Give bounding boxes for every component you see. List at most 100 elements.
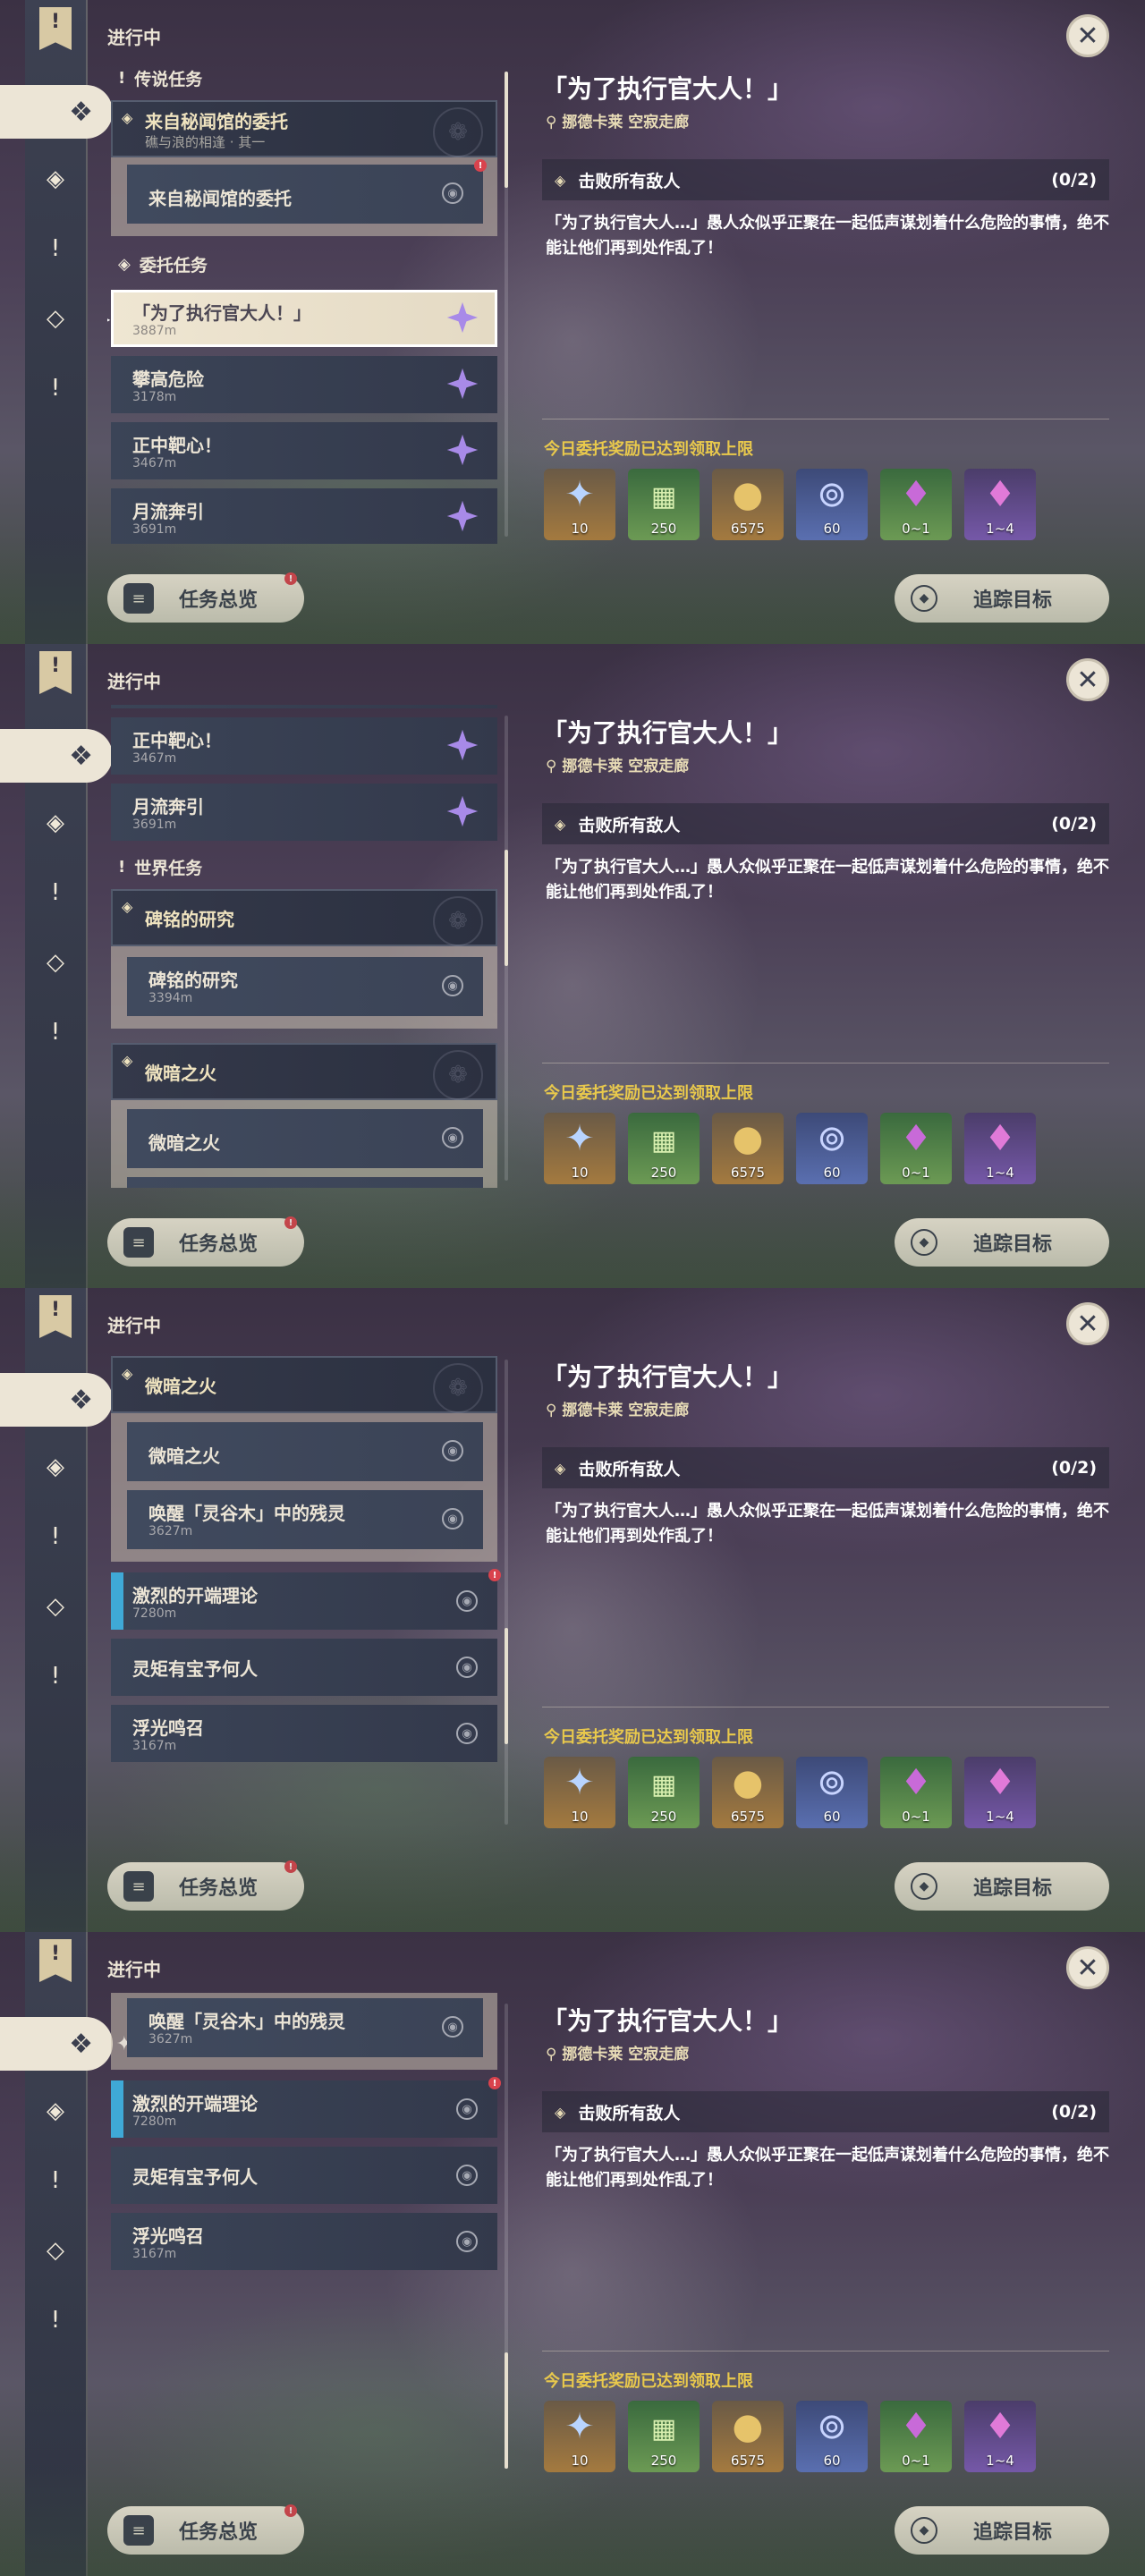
reward-item[interactable]: ⊚ 60 bbox=[796, 1113, 868, 1184]
sidebar-item-commission[interactable]: ◇ bbox=[36, 2231, 75, 2270]
list-item[interactable]: 灵矩有宝予何人 ◉ bbox=[111, 2147, 497, 2204]
quest-list[interactable]: ! 传说任务 ◈ 来自秘闻馆的委托 礁与浪的相逢 · 其一 ❁ 来自秘闻馆的委托… bbox=[107, 61, 501, 544]
list-item[interactable]: 月流奔引 3691m bbox=[111, 488, 497, 544]
list-item[interactable]: 攀高危险 3178m bbox=[111, 356, 497, 413]
list-item[interactable]: 唤醒「灵谷木」中的残灵 3627m ◉ bbox=[127, 1998, 483, 2057]
list-item[interactable]: 灵矩有宝予何人 ◉ bbox=[111, 1639, 497, 1696]
quest-overview-button[interactable]: ≡ 任务总览 ! bbox=[107, 1860, 304, 1911]
location-pin-icon[interactable]: ◉ bbox=[456, 2231, 478, 2252]
track-target-button[interactable]: ◆ 追踪目标 bbox=[895, 574, 1109, 623]
list-item[interactable]: 正中靶心！ 3467m bbox=[111, 422, 497, 479]
reward-item[interactable]: ▦ 250 bbox=[628, 469, 700, 540]
track-target-button[interactable]: ◆ 追踪目标 bbox=[895, 1862, 1109, 1911]
quest-overview-button[interactable]: ≡ 任务总览 ! bbox=[107, 572, 304, 623]
list-scrollbar-thumb[interactable] bbox=[505, 1628, 508, 1744]
location-pin-icon[interactable]: ◉ bbox=[442, 1127, 463, 1148]
legend-group-header[interactable]: ◈ 来自秘闻馆的委托 礁与浪的相逢 · 其一 ❁ bbox=[111, 100, 497, 157]
reward-item[interactable]: ● 6575 bbox=[712, 2401, 784, 2472]
close-button[interactable]: ✕ bbox=[1066, 1946, 1109, 1989]
location-pin-icon[interactable]: ◉ bbox=[442, 1508, 463, 1530]
sidebar-item-world[interactable]: ! bbox=[36, 1013, 75, 1052]
list-item[interactable]: 激烈的开端理论 7280m ◉ ! bbox=[111, 1569, 501, 1630]
sidebar-item-story[interactable]: ! bbox=[36, 2161, 75, 2200]
sidebar-item-story[interactable]: ! bbox=[36, 873, 75, 912]
reward-item[interactable]: ✦ 10 bbox=[544, 1757, 615, 1828]
quest-list[interactable]: ! 传说任务 ◈ 来自秘闻馆的委托 礁与浪的相逢 · 其一 ❁ 来自秘闻馆的委托… bbox=[107, 1349, 501, 1832]
reward-item[interactable]: ⊚ 60 bbox=[796, 2401, 868, 2472]
list-item[interactable]: 浮光鸣召 3167m ◉ bbox=[111, 2213, 497, 2270]
location-pin-icon[interactable]: ◉ bbox=[442, 182, 463, 204]
reward-item[interactable]: ♦ 0~1 bbox=[880, 2401, 952, 2472]
reward-item[interactable]: ♦ 1~4 bbox=[964, 1757, 1036, 1828]
track-target-button[interactable]: ◆ 追踪目标 bbox=[895, 2506, 1109, 2555]
location-pin-icon[interactable]: ◉ bbox=[456, 1590, 478, 1612]
list-scrollbar-thumb[interactable] bbox=[505, 850, 508, 966]
reward-item[interactable]: ▦ 250 bbox=[628, 2401, 700, 2472]
sidebar-item-all-quests[interactable]: ❖ ✦ bbox=[0, 2017, 132, 2071]
sidebar-item-archon[interactable]: ◈ bbox=[36, 2091, 75, 2131]
reward-item[interactable]: ⊚ 60 bbox=[796, 1757, 868, 1828]
location-pin-icon[interactable]: ◉ bbox=[456, 2098, 478, 2120]
quest-list[interactable]: ! 传说任务 ◈ 来自秘闻馆的委托 礁与浪的相逢 · 其一 ❁ 来自秘闻馆的委托… bbox=[107, 1993, 501, 2476]
list-item[interactable]: 唤醒「灵谷木」中的残灵 3627m ◉ bbox=[127, 1490, 483, 1549]
world-group-header[interactable]: ◈ 碑铭的研究 ❁ bbox=[111, 889, 497, 946]
reward-item[interactable]: ♦ 1~4 bbox=[964, 2401, 1036, 2472]
sidebar-item-commission[interactable]: ◇ bbox=[36, 1587, 75, 1626]
list-item[interactable]: 微暗之火 ◉ bbox=[127, 1109, 483, 1168]
close-button[interactable]: ✕ bbox=[1066, 658, 1109, 701]
reward-item[interactable]: ✦ 10 bbox=[544, 2401, 615, 2472]
list-item[interactable]: 月流奔引 3691m bbox=[111, 784, 497, 841]
list-scrollbar[interactable] bbox=[505, 2004, 508, 2469]
sidebar-item-archon[interactable]: ◈ bbox=[36, 159, 75, 199]
reward-item[interactable]: ● 6575 bbox=[712, 1113, 784, 1184]
list-scrollbar[interactable] bbox=[505, 716, 508, 1181]
list-scrollbar-thumb[interactable] bbox=[505, 2352, 508, 2469]
sidebar-item-world[interactable]: ! bbox=[36, 369, 75, 408]
list-scrollbar-thumb[interactable] bbox=[505, 72, 508, 188]
reward-item[interactable]: ● 6575 bbox=[712, 469, 784, 540]
reward-item[interactable]: ♦ 0~1 bbox=[880, 469, 952, 540]
sidebar-item-story[interactable]: ! bbox=[36, 1517, 75, 1556]
quest-list[interactable]: ! 传说任务 ◈ 来自秘闻馆的委托 礁与浪的相逢 · 其一 ❁ 来自秘闻馆的委托… bbox=[107, 705, 501, 1188]
list-item[interactable]: 来自秘闻馆的委托 ◉ ! bbox=[127, 159, 487, 224]
reward-item[interactable]: ♦ 1~4 bbox=[964, 1113, 1036, 1184]
list-scrollbar[interactable] bbox=[505, 72, 508, 537]
reward-item[interactable]: ✦ 10 bbox=[544, 469, 615, 540]
quest-overview-button[interactable]: ≡ 任务总览 ! bbox=[107, 2504, 304, 2555]
quest-overview-button[interactable]: ≡ 任务总览 ! bbox=[107, 1216, 304, 1267]
list-item[interactable]: 攀高危险 3178m bbox=[111, 705, 497, 708]
sidebar-item-all-quests[interactable]: ❖ ✦ bbox=[0, 1373, 132, 1427]
location-pin-icon[interactable]: ◉ bbox=[456, 2165, 478, 2186]
reward-item[interactable]: ♦ 0~1 bbox=[880, 1113, 952, 1184]
reward-item[interactable]: ♦ 1~4 bbox=[964, 469, 1036, 540]
list-item[interactable]: 浮光鸣召 3167m ◉ bbox=[111, 1705, 497, 1762]
location-pin-icon[interactable]: ◉ bbox=[442, 1440, 463, 1462]
sidebar-item-world[interactable]: ! bbox=[36, 2301, 75, 2340]
list-item[interactable]: 激烈的开端理论 7280m ◉ ! bbox=[111, 2077, 501, 2138]
list-item[interactable]: 唤醒「灵谷木」中的残灵 3627m ◉ bbox=[127, 1177, 483, 1188]
track-target-button[interactable]: ◆ 追踪目标 bbox=[895, 1218, 1109, 1267]
reward-item[interactable]: ● 6575 bbox=[712, 1757, 784, 1828]
reward-item[interactable]: ⊚ 60 bbox=[796, 469, 868, 540]
list-item[interactable]: 正中靶心！ 3467m bbox=[111, 717, 497, 775]
list-item-selected[interactable]: ▶ 「为了执行官大人！」 3887m bbox=[107, 290, 497, 347]
world-group-header[interactable]: ◈ 微暗之火 ❁ bbox=[111, 1043, 497, 1100]
location-pin-icon[interactable]: ◉ bbox=[456, 1723, 478, 1744]
close-button[interactable]: ✕ bbox=[1066, 1302, 1109, 1345]
sidebar-item-all-quests[interactable]: ❖ ✦ bbox=[0, 85, 132, 139]
location-pin-icon[interactable]: ◉ bbox=[442, 2016, 463, 2038]
location-pin-icon[interactable]: ◉ bbox=[456, 1657, 478, 1678]
reward-item[interactable]: ▦ 250 bbox=[628, 1757, 700, 1828]
reward-item[interactable]: ✦ 10 bbox=[544, 1113, 615, 1184]
sidebar-item-all-quests[interactable]: ❖ ✦ bbox=[0, 729, 132, 783]
sidebar-item-story[interactable]: ! bbox=[36, 229, 75, 268]
list-item[interactable]: 碑铭的研究 3394m ◉ bbox=[127, 957, 483, 1016]
sidebar-item-archon[interactable]: ◈ bbox=[36, 803, 75, 843]
sidebar-item-commission[interactable]: ◇ bbox=[36, 943, 75, 982]
list-scrollbar[interactable] bbox=[505, 1360, 508, 1825]
location-pin-icon[interactable]: ◉ bbox=[442, 975, 463, 996]
list-item[interactable]: 微暗之火 ◉ bbox=[127, 1422, 483, 1481]
sidebar-item-commission[interactable]: ◇ bbox=[36, 299, 75, 338]
close-button[interactable]: ✕ bbox=[1066, 14, 1109, 57]
sidebar-item-world[interactable]: ! bbox=[36, 1657, 75, 1696]
